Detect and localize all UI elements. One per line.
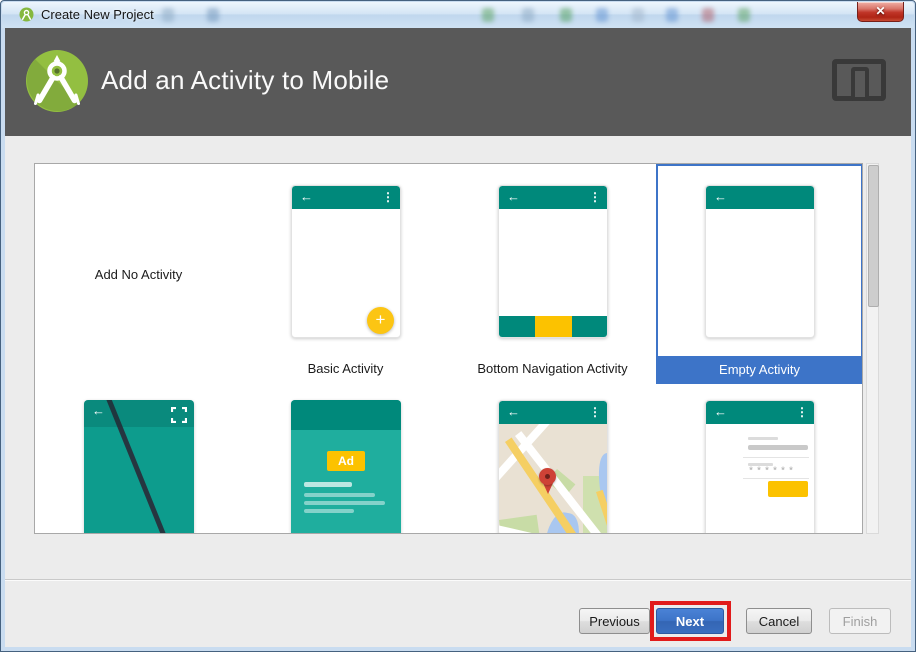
- blurred-taskbar-icon: [482, 8, 494, 22]
- thumbnail-appbar: [499, 186, 607, 209]
- template-label: Basic Activity: [307, 361, 384, 376]
- admob-activity-thumbnail: Ad: [291, 400, 401, 533]
- blurred-taskbar-icon: [162, 8, 174, 22]
- gallery-cell-google-maps-activity[interactable]: [449, 384, 656, 533]
- maps-activity-thumbnail: [498, 400, 608, 533]
- gallery-cell-login-activity[interactable]: ******: [656, 384, 862, 533]
- thumbnail-appbar: [499, 401, 607, 424]
- thumbnail-appbar: [706, 186, 814, 209]
- gallery-cell-bottom-navigation-activity[interactable]: Bottom Navigation Activity: [449, 164, 656, 384]
- close-button[interactable]: ✕: [857, 2, 904, 22]
- phone-icon: [851, 67, 869, 101]
- text-placeholder-line: [304, 482, 352, 487]
- template-label: Bottom Navigation Activity: [477, 361, 628, 376]
- bottom-nav-bar: [499, 316, 607, 337]
- blurred-taskbar-icon: [560, 8, 572, 22]
- overflow-menu-icon: [796, 404, 808, 420]
- android-studio-logo-icon: [26, 50, 88, 112]
- back-arrow-icon: [507, 404, 520, 420]
- selected-template-label: Empty Activity: [658, 356, 861, 382]
- activity-template-gallery: Add No Activity Basic Activity: [34, 163, 863, 534]
- dialog-content: Add an Activity to Mobile Add No Activit…: [5, 28, 911, 647]
- gallery-cell-admob-activity[interactable]: Ad: [242, 384, 449, 533]
- form-divider: [743, 478, 809, 479]
- blurred-taskbar-icon: [207, 8, 219, 22]
- wizard-header: Add an Activity to Mobile: [5, 28, 911, 136]
- overflow-menu-icon: [589, 189, 601, 205]
- form-label-placeholder: [748, 463, 773, 466]
- form-divider: [743, 457, 809, 458]
- blurred-taskbar-icon: [632, 8, 644, 22]
- blurred-taskbar-icon: [702, 8, 714, 22]
- previous-button[interactable]: Previous: [579, 608, 650, 634]
- text-placeholder-line: [304, 509, 354, 513]
- thumbnail-appbar: [706, 401, 814, 424]
- back-arrow-icon: [300, 189, 313, 205]
- empty-activity-thumbnail: [705, 185, 815, 338]
- gallery-scrollbar-thumb[interactable]: [868, 165, 879, 307]
- map-pin-icon: [539, 468, 556, 485]
- blurred-taskbar-icon: [738, 8, 750, 22]
- bottom-navigation-thumbnail: [498, 185, 608, 338]
- back-arrow-icon: [507, 189, 520, 205]
- text-placeholder-line: [304, 501, 385, 505]
- footer-divider: [5, 579, 911, 580]
- overflow-menu-icon: [382, 189, 394, 205]
- login-activity-thumbnail: ******: [705, 400, 815, 533]
- fullscreen-activity-thumbnail: [84, 400, 194, 533]
- gallery-cell-fullscreen-activity[interactable]: [35, 384, 242, 533]
- gallery-cell-basic-activity[interactable]: Basic Activity: [242, 164, 449, 384]
- fullscreen-expand-icon: [171, 407, 187, 423]
- map-preview: [499, 424, 607, 533]
- back-arrow-icon: [714, 189, 727, 205]
- blurred-taskbar-icon: [666, 8, 678, 22]
- window-title: Create New Project: [41, 7, 154, 22]
- thumbnail-appbar: [292, 186, 400, 209]
- password-mask: ******: [748, 467, 797, 478]
- back-arrow-icon: [92, 403, 105, 419]
- overflow-menu-icon: [589, 404, 601, 420]
- ad-banner: Ad: [327, 451, 365, 471]
- blurred-taskbar-icon: [522, 8, 534, 22]
- dialog-window: Create New Project ✕ Add an Activity to …: [0, 0, 916, 652]
- page-title: Add an Activity to Mobile: [101, 65, 390, 95]
- title-bar[interactable]: Create New Project ✕: [2, 2, 914, 28]
- finish-button: Finish: [829, 608, 891, 634]
- gallery-cell-add-no-activity[interactable]: Add No Activity: [35, 164, 242, 384]
- text-placeholder-line: [304, 493, 375, 497]
- form-input-placeholder: [748, 445, 808, 450]
- thumbnail-appbar: [291, 400, 401, 430]
- template-label: Add No Activity: [94, 267, 183, 282]
- android-studio-window-icon: [19, 7, 34, 22]
- basic-activity-thumbnail: [291, 185, 401, 338]
- mobile-form-factor-icon: [832, 59, 886, 101]
- back-arrow-icon: [714, 404, 727, 420]
- fab-plus-icon: [367, 307, 394, 334]
- cancel-button[interactable]: Cancel: [746, 608, 812, 634]
- next-button[interactable]: Next: [656, 608, 724, 634]
- gallery-cell-empty-activity-selected[interactable]: Empty Activity: [656, 164, 862, 384]
- gallery-scrollbar-track[interactable]: [866, 163, 879, 534]
- blurred-taskbar-icon: [596, 8, 608, 22]
- login-button-placeholder: [768, 481, 808, 497]
- form-label-placeholder: [748, 437, 778, 440]
